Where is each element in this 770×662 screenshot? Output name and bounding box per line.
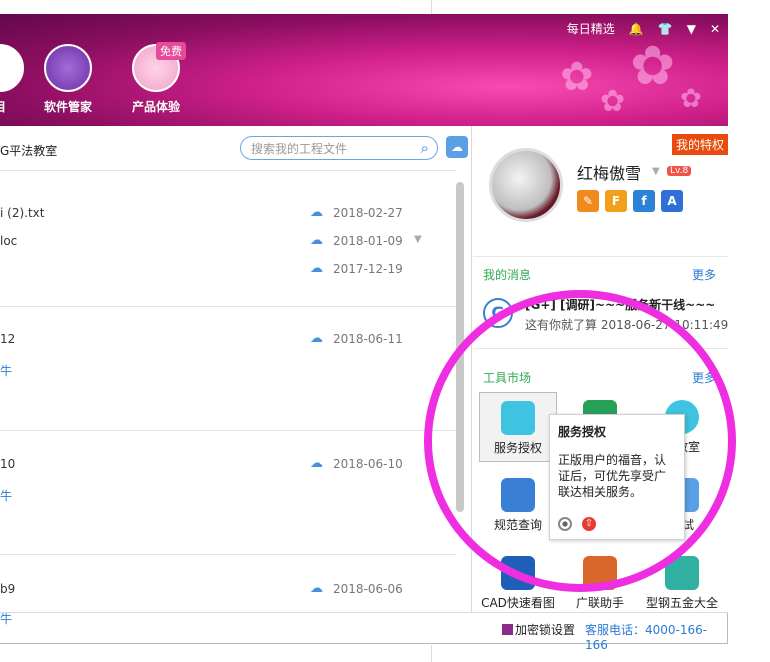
file-date: 2018-02-27	[333, 206, 403, 220]
tools-more-link[interactable]: 更多	[692, 369, 716, 386]
search-icon[interactable]: ⌕	[421, 139, 429, 157]
search-input[interactable]: 搜索我的工程文件 ⌕	[240, 136, 438, 160]
file-date: 2018-06-06	[333, 582, 403, 596]
avatar[interactable]	[489, 148, 563, 222]
tool-code-query[interactable]: 规范查询	[479, 478, 557, 533]
daily-picks-link[interactable]: 每日精选	[567, 20, 615, 37]
cloud-upload-icon: ☁	[310, 233, 323, 248]
cloud-upload-icon: ☁	[310, 331, 323, 346]
service-auth-icon	[501, 401, 535, 435]
cloud-upload-icon: ☁	[310, 581, 323, 596]
skin-icon[interactable]: 👕	[658, 22, 673, 36]
free-badge: 免费	[156, 42, 186, 60]
upload-icon[interactable]: ⇧	[582, 517, 596, 531]
nav-software-manager[interactable]: 软件管家	[28, 44, 108, 115]
username: 红梅傲雪	[577, 164, 642, 183]
tool-label: 服务授权	[493, 441, 542, 455]
messages-more-link[interactable]: 更多	[692, 266, 716, 283]
tool-assistant[interactable]: 广联助手	[561, 556, 639, 611]
file-row[interactable]: 12 ☁ 2018-06-11	[0, 328, 456, 352]
header-banner: ✿ ✿ ✿ ✿ 每日精选 🔔 👕 ▼ ✕ 目 软件管家 产品体验 免费	[0, 14, 728, 126]
nav-label-software: 软件管家	[43, 100, 92, 114]
support-phone: 客服电话：4000-166-166	[585, 623, 708, 652]
project-files-panel: G平法教室 搜索我的工程文件 ⌕ ☁ i (2).txt ☁ 2018-02-2…	[0, 126, 472, 626]
user-dropdown-icon[interactable]: ▼	[652, 166, 660, 177]
file-row[interactable]: ☁ 2017-12-19	[0, 258, 456, 282]
expand-arrow-icon[interactable]: ▼	[414, 234, 422, 245]
status-bar: 加密锁设置 客服电话：4000-166-166	[0, 612, 728, 652]
g-plus-icon: G	[483, 298, 513, 328]
lock-icon	[502, 624, 513, 635]
cloud-sync-icon[interactable]: ☁	[446, 136, 468, 158]
app-icons-row: ✎ F f A	[577, 190, 683, 212]
file-name: i (2).txt	[0, 206, 45, 220]
cloud-upload-icon: ☁	[310, 205, 323, 220]
tooltip: 服务授权 正版用户的福音，认证后，可优先享受广联达相关服务。 ⇧	[549, 414, 685, 540]
tool-label: 广联助手	[575, 596, 624, 610]
file-name: 10	[0, 457, 16, 471]
file-date: 2018-01-09	[333, 234, 403, 248]
file-date: 2018-06-11	[333, 332, 403, 346]
steel-icon	[665, 556, 699, 590]
tool-label: 型钢五金大全	[645, 596, 718, 610]
tooltip-body: 正版用户的福音，认证后，可优先享受广联达相关服务。	[558, 453, 667, 499]
lock-settings-link[interactable]: 加密锁设置	[502, 621, 575, 638]
file-date: 2017-12-19	[333, 262, 403, 276]
file-name: 12	[0, 332, 16, 346]
scrollbar[interactable]	[456, 182, 464, 512]
cloud-upload-icon: ☁	[310, 456, 323, 471]
file-row[interactable]: loc ☁ 2018-01-09 ▼	[0, 230, 456, 254]
tool-label: CAD快速看图	[481, 596, 555, 610]
file-row[interactable]: i (2).txt ☁ 2018-02-27	[0, 202, 456, 226]
app-icon[interactable]: A	[661, 190, 683, 212]
level-badge: Lv.8	[667, 166, 692, 176]
close-icon[interactable]: ✕	[710, 22, 720, 36]
file-date: 2018-06-10	[333, 457, 403, 471]
tool-steel-hardware[interactable]: 型钢五金大全	[643, 556, 721, 611]
menu-dropdown-icon[interactable]: ▼	[687, 22, 696, 36]
cad-icon	[501, 556, 535, 590]
nav-label-product: 产品体验	[131, 100, 180, 114]
app-icon[interactable]: f	[633, 190, 655, 212]
file-row[interactable]: 10 ☁ 2018-06-10	[0, 453, 456, 477]
open-file-link[interactable]: 牛	[0, 487, 12, 504]
file-name: loc	[0, 234, 18, 248]
tooltip-title: 服务授权	[558, 425, 607, 439]
file-name: b9	[0, 582, 16, 596]
app-icon[interactable]: ✎	[577, 190, 599, 212]
tool-service-auth[interactable]: 服务授权	[479, 392, 557, 462]
panel-title: G平法教室	[0, 144, 58, 158]
main-window: ✿ ✿ ✿ ✿ 每日精选 🔔 👕 ▼ ✕ 目 软件管家 产品体验 免费 G平法教…	[0, 14, 728, 652]
messages-title: 我的消息	[483, 268, 532, 282]
nav-label-0: 目	[0, 100, 6, 114]
code-query-icon	[501, 478, 535, 512]
my-privileges-badge[interactable]: 我的特权	[671, 134, 728, 155]
message-title[interactable]: [G+] [调研]~~~服务新干线~~~	[525, 296, 715, 313]
message-detail[interactable]: 这有你就了算 2018-06-27 10:11:49	[525, 316, 728, 333]
bell-icon[interactable]: 🔔	[629, 22, 644, 36]
tool-cad-viewer[interactable]: CAD快速看图	[479, 556, 557, 611]
radio-icon[interactable]	[558, 517, 572, 531]
open-file-link[interactable]: 牛	[0, 362, 12, 379]
app-icon[interactable]: F	[605, 190, 627, 212]
cloud-upload-icon: ☁	[310, 261, 323, 276]
lock-settings-label: 加密锁设置	[515, 623, 576, 637]
file-row[interactable]: b9 ☁ 2018-06-06	[0, 578, 456, 602]
tools-title: 工具市场	[483, 371, 532, 385]
assistant-icon	[583, 556, 617, 590]
search-placeholder: 搜索我的工程文件	[251, 142, 348, 156]
tool-label: 规范查询	[493, 518, 542, 532]
